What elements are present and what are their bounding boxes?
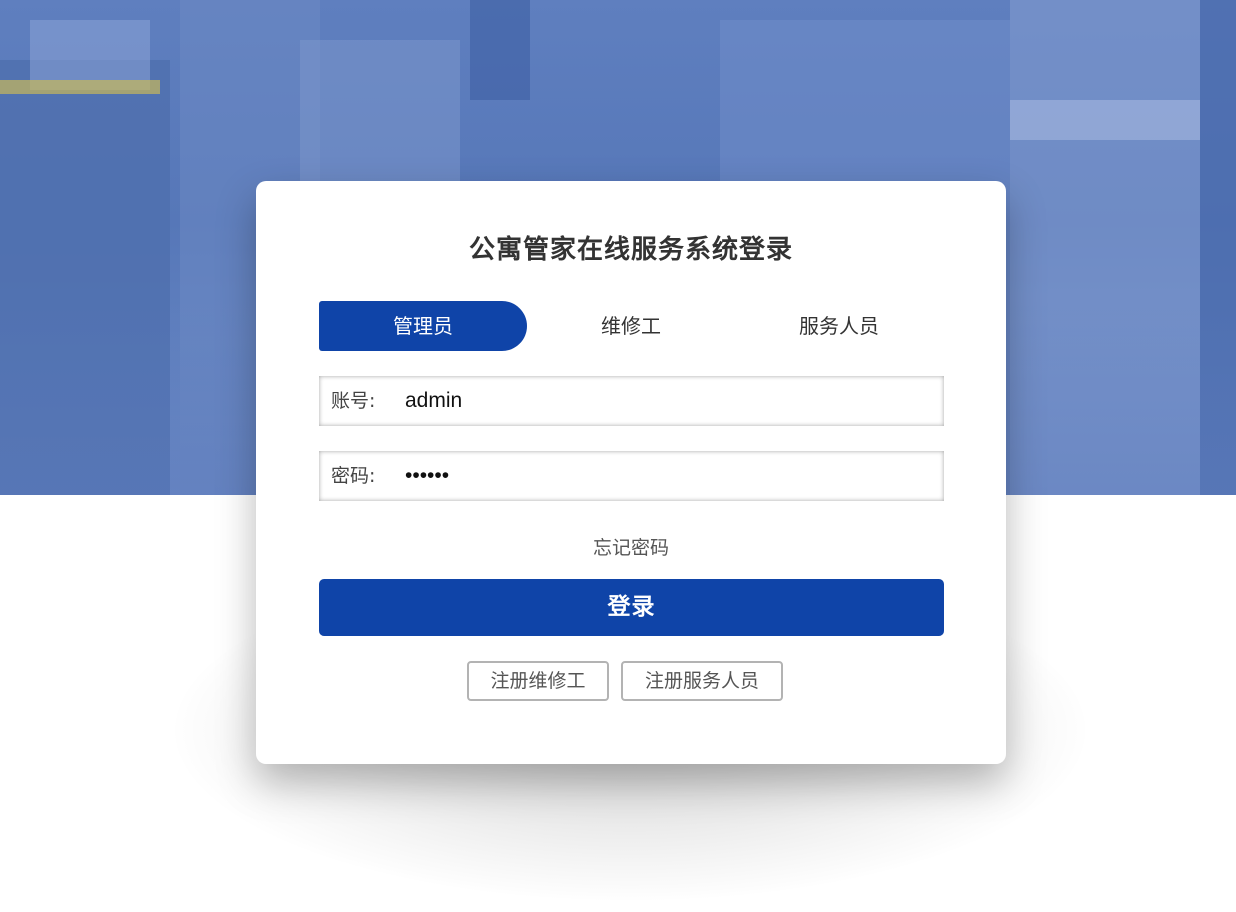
account-field[interactable]: 账号: xyxy=(319,376,944,426)
login-button[interactable]: 登录 xyxy=(319,579,944,636)
password-field[interactable]: 密码: xyxy=(319,451,944,501)
page-title: 公寓管家在线服务系统登录 xyxy=(468,235,793,265)
tab-admin[interactable]: 管理员 xyxy=(319,301,527,351)
tab-repair-worker[interactable]: 维修工 xyxy=(527,301,735,351)
account-input[interactable] xyxy=(405,376,925,426)
account-label: 账号: xyxy=(331,390,376,412)
register-service-staff-button[interactable]: 注册服务人员 xyxy=(621,661,783,701)
password-label: 密码: xyxy=(331,465,376,487)
password-input[interactable] xyxy=(405,451,925,501)
login-card: 公寓管家在线服务系统登录 管理员 维修工 服务人员 账号: 密码: 忘记密码 登… xyxy=(256,181,1006,764)
role-tabs: 管理员 维修工 服务人员 xyxy=(319,301,944,351)
register-repair-worker-button[interactable]: 注册维修工 xyxy=(467,661,609,701)
forgot-password-link[interactable]: 忘记密码 xyxy=(256,533,1006,560)
tab-service-staff[interactable]: 服务人员 xyxy=(735,301,943,351)
